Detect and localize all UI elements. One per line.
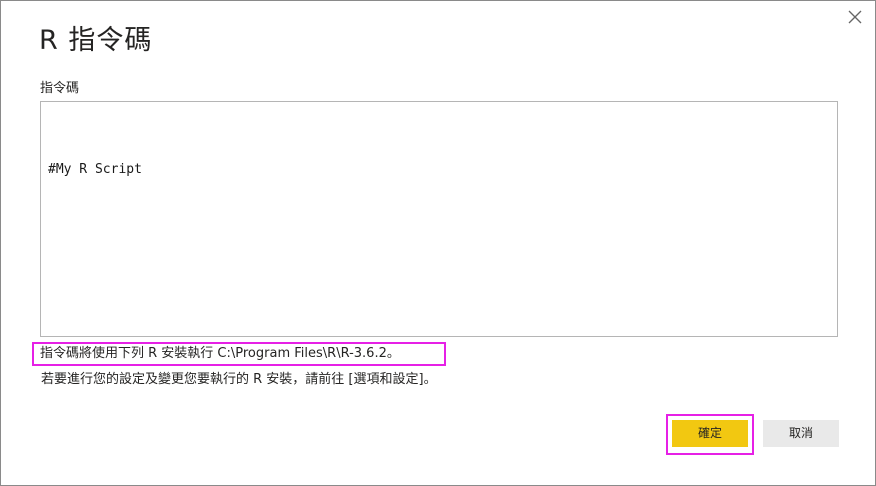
- close-button[interactable]: [846, 8, 864, 26]
- ok-button[interactable]: 確定: [672, 420, 748, 447]
- r-install-info: 指令碼將使用下列 R 安裝執行 C:\Program Files\R\R-3.6…: [40, 346, 400, 361]
- cancel-button[interactable]: 取消: [763, 420, 839, 447]
- settings-info: 若要進行您的設定及變更您要執行的 R 安裝，請前往 [選項和設定]。: [41, 372, 437, 387]
- script-editor[interactable]: #My R Script: [40, 101, 838, 337]
- script-text: #My R Script: [48, 162, 142, 177]
- script-field-label: 指令碼: [40, 81, 80, 96]
- r-script-dialog: R 指令碼 指令碼 #My R Script 指令碼將使用下列 R 安裝執行 C…: [0, 0, 876, 486]
- dialog-title: R 指令碼: [39, 25, 153, 56]
- r-install-info-highlight: 指令碼將使用下列 R 安裝執行 C:\Program Files\R\R-3.6…: [32, 342, 446, 366]
- close-icon: [846, 8, 864, 26]
